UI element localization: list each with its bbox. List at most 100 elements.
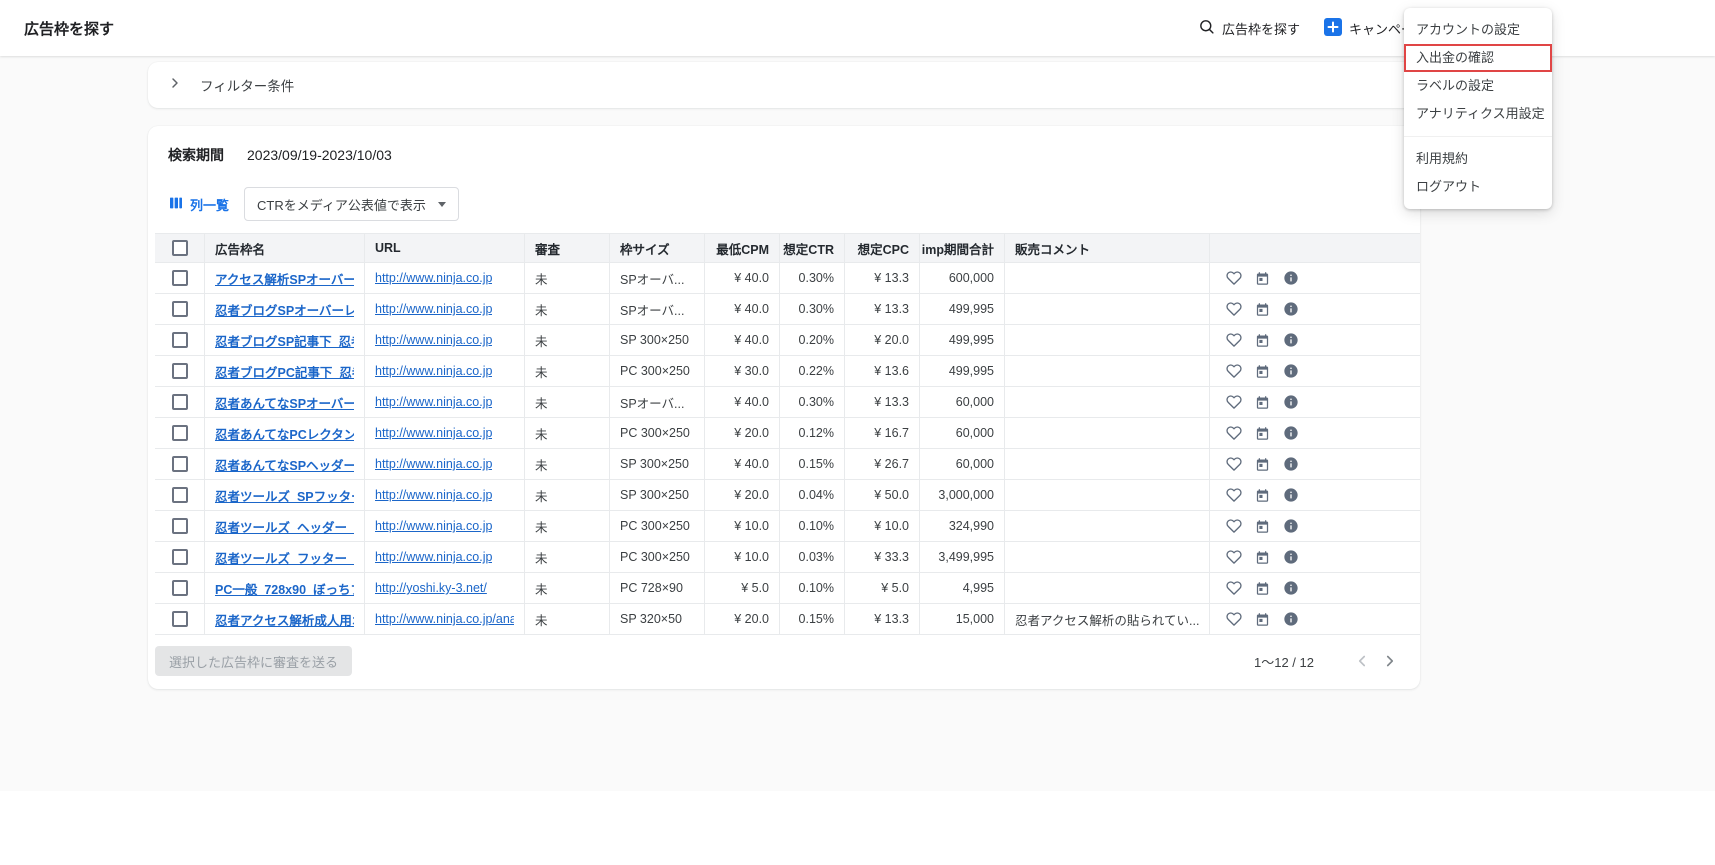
url-link[interactable]: http://www.ninja.co.jp	[375, 519, 492, 533]
calendar-icon[interactable]	[1255, 457, 1270, 472]
menu-item-label-settings[interactable]: ラベルの設定	[1404, 72, 1552, 100]
url-link[interactable]: http://www.ninja.co.jp/anal	[375, 612, 514, 626]
url-link[interactable]: http://www.ninja.co.jp	[375, 364, 492, 378]
url-link[interactable]: http://yoshi.ky-3.net/	[375, 581, 487, 595]
ad-slot-name-link[interactable]: 忍者ツールズ_フッター_忍者ツ	[215, 548, 354, 567]
est-ctr-cell: 0.22%	[780, 356, 845, 386]
info-icon[interactable]	[1283, 611, 1299, 627]
send-review-button[interactable]: 選択した広告枠に審査を送る	[155, 646, 353, 676]
menu-item-terms[interactable]: 利用規約	[1404, 145, 1552, 173]
favorite-heart-icon[interactable]	[1226, 487, 1242, 503]
prev-page-button[interactable]	[1348, 647, 1376, 675]
size-cell: SPオーバ...	[610, 294, 705, 324]
favorite-heart-icon[interactable]	[1226, 456, 1242, 472]
ctr-display-select[interactable]: CTRをメディア公表値で表示	[244, 187, 459, 221]
header-search-button[interactable]: 広告枠を探す	[1198, 18, 1300, 38]
info-icon[interactable]	[1283, 456, 1299, 472]
calendar-icon[interactable]	[1255, 333, 1270, 348]
menu-item-analytics-settings[interactable]: アナリティクス用設定	[1404, 100, 1552, 128]
info-icon[interactable]	[1283, 549, 1299, 565]
est-ctr-cell: 0.04%	[780, 480, 845, 510]
info-icon[interactable]	[1283, 270, 1299, 286]
filter-panel-toggle[interactable]: フィルター条件	[148, 62, 1420, 108]
row-checkbox[interactable]	[171, 363, 188, 379]
menu-item-deposit-withdrawal[interactable]: 入出金の確認	[1404, 44, 1552, 72]
url-link[interactable]: http://www.ninja.co.jp	[375, 395, 492, 409]
favorite-heart-icon[interactable]	[1226, 425, 1242, 441]
row-checkbox[interactable]	[171, 580, 188, 596]
est-cpc-cell: ¥ 13.3	[845, 387, 920, 417]
url-link[interactable]: http://www.ninja.co.jp	[375, 550, 492, 564]
ad-slot-name-link[interactable]: 忍者アクセス解析成人用オーバ	[215, 610, 354, 629]
calendar-icon[interactable]	[1255, 581, 1270, 596]
info-icon[interactable]	[1283, 394, 1299, 410]
select-all-checkbox[interactable]	[171, 240, 188, 256]
calendar-icon[interactable]	[1255, 488, 1270, 503]
url-link[interactable]: http://www.ninja.co.jp	[375, 457, 492, 471]
column-list-button[interactable]: 列一覧	[168, 195, 229, 214]
calendar-icon[interactable]	[1255, 426, 1270, 441]
ad-slot-name-link[interactable]: 忍者ブログSPオーバーレイ_忍	[215, 300, 354, 319]
favorite-heart-icon[interactable]	[1226, 270, 1242, 286]
account-menu: アカウントの設定 入出金の確認 ラベルの設定 アナリティクス用設定 利用規約 ロ…	[1404, 8, 1552, 209]
ad-slot-name-link[interactable]: アクセス解析SPオーバーレイ_	[215, 269, 354, 288]
info-icon[interactable]	[1283, 425, 1299, 441]
row-checkbox[interactable]	[171, 611, 188, 627]
row-checkbox[interactable]	[171, 518, 188, 534]
col-header-imp-total: imp期間合計	[920, 234, 1005, 262]
menu-item-account-settings[interactable]: アカウントの設定	[1404, 16, 1552, 44]
ad-slot-name-link[interactable]: 忍者あんてなPCレクタングル	[215, 424, 354, 443]
favorite-heart-icon[interactable]	[1226, 518, 1242, 534]
row-select-cell	[155, 263, 205, 293]
ad-slot-name-link[interactable]: 忍者あんてなSPヘッダー_忍者	[215, 455, 354, 474]
min-cpm-cell: ¥ 20.0	[705, 418, 780, 448]
calendar-icon[interactable]	[1255, 364, 1270, 379]
url-link[interactable]: http://www.ninja.co.jp	[375, 488, 492, 502]
calendar-icon[interactable]	[1255, 612, 1270, 627]
calendar-icon[interactable]	[1255, 519, 1270, 534]
url-link[interactable]: http://www.ninja.co.jp	[375, 333, 492, 347]
favorite-heart-icon[interactable]	[1226, 363, 1242, 379]
row-checkbox[interactable]	[171, 425, 188, 441]
url-link[interactable]: http://www.ninja.co.jp	[375, 426, 492, 440]
ad-slot-name-link[interactable]: 忍者あんてなSPオーバーレイ_	[215, 393, 354, 412]
row-checkbox[interactable]	[171, 487, 188, 503]
table-row: 忍者ツールズ_ヘッダー_忍者ツ http://www.ninja.co.jp 未PC…	[155, 511, 1420, 542]
info-icon[interactable]	[1283, 363, 1299, 379]
favorite-heart-icon[interactable]	[1226, 611, 1242, 627]
calendar-icon[interactable]	[1255, 395, 1270, 410]
url-link[interactable]: http://www.ninja.co.jp	[375, 271, 492, 285]
ad-slot-name-link[interactable]: PC一般_728x90_ぼっちブログ	[215, 579, 354, 598]
row-checkbox[interactable]	[171, 301, 188, 317]
ad-slot-name-link[interactable]: 忍者ツールズ_SPフッター_忍	[215, 486, 354, 505]
row-checkbox[interactable]	[171, 456, 188, 472]
ad-slot-name-link[interactable]: 忍者ブログPC記事下_忍者ツー	[215, 362, 354, 381]
row-checkbox[interactable]	[171, 270, 188, 286]
est-ctr-cell: 0.03%	[780, 542, 845, 572]
calendar-icon[interactable]	[1255, 302, 1270, 317]
favorite-heart-icon[interactable]	[1226, 332, 1242, 348]
calendar-icon[interactable]	[1255, 550, 1270, 565]
favorite-heart-icon[interactable]	[1226, 580, 1242, 596]
est-ctr-cell: 0.30%	[780, 387, 845, 417]
url-link[interactable]: http://www.ninja.co.jp	[375, 302, 492, 316]
page-title: 広告枠を探す	[24, 20, 115, 38]
row-checkbox[interactable]	[171, 549, 188, 565]
info-icon[interactable]	[1283, 301, 1299, 317]
info-icon[interactable]	[1283, 487, 1299, 503]
review-cell: 未	[525, 356, 610, 386]
next-page-button[interactable]	[1376, 647, 1404, 675]
menu-item-logout[interactable]: ログアウト	[1404, 173, 1552, 201]
favorite-heart-icon[interactable]	[1226, 394, 1242, 410]
row-checkbox[interactable]	[171, 394, 188, 410]
favorite-heart-icon[interactable]	[1226, 301, 1242, 317]
ad-slot-name-link[interactable]: 忍者ツールズ_ヘッダー_忍者ツ	[215, 517, 354, 536]
row-checkbox[interactable]	[171, 332, 188, 348]
calendar-icon[interactable]	[1255, 271, 1270, 286]
info-icon[interactable]	[1283, 580, 1299, 596]
ad-slot-name-link[interactable]: 忍者ブログSP記事下_忍者ツー	[215, 331, 354, 350]
info-icon[interactable]	[1283, 332, 1299, 348]
favorite-heart-icon[interactable]	[1226, 549, 1242, 565]
imp-total-cell: 600,000	[920, 263, 1005, 293]
info-icon[interactable]	[1283, 518, 1299, 534]
